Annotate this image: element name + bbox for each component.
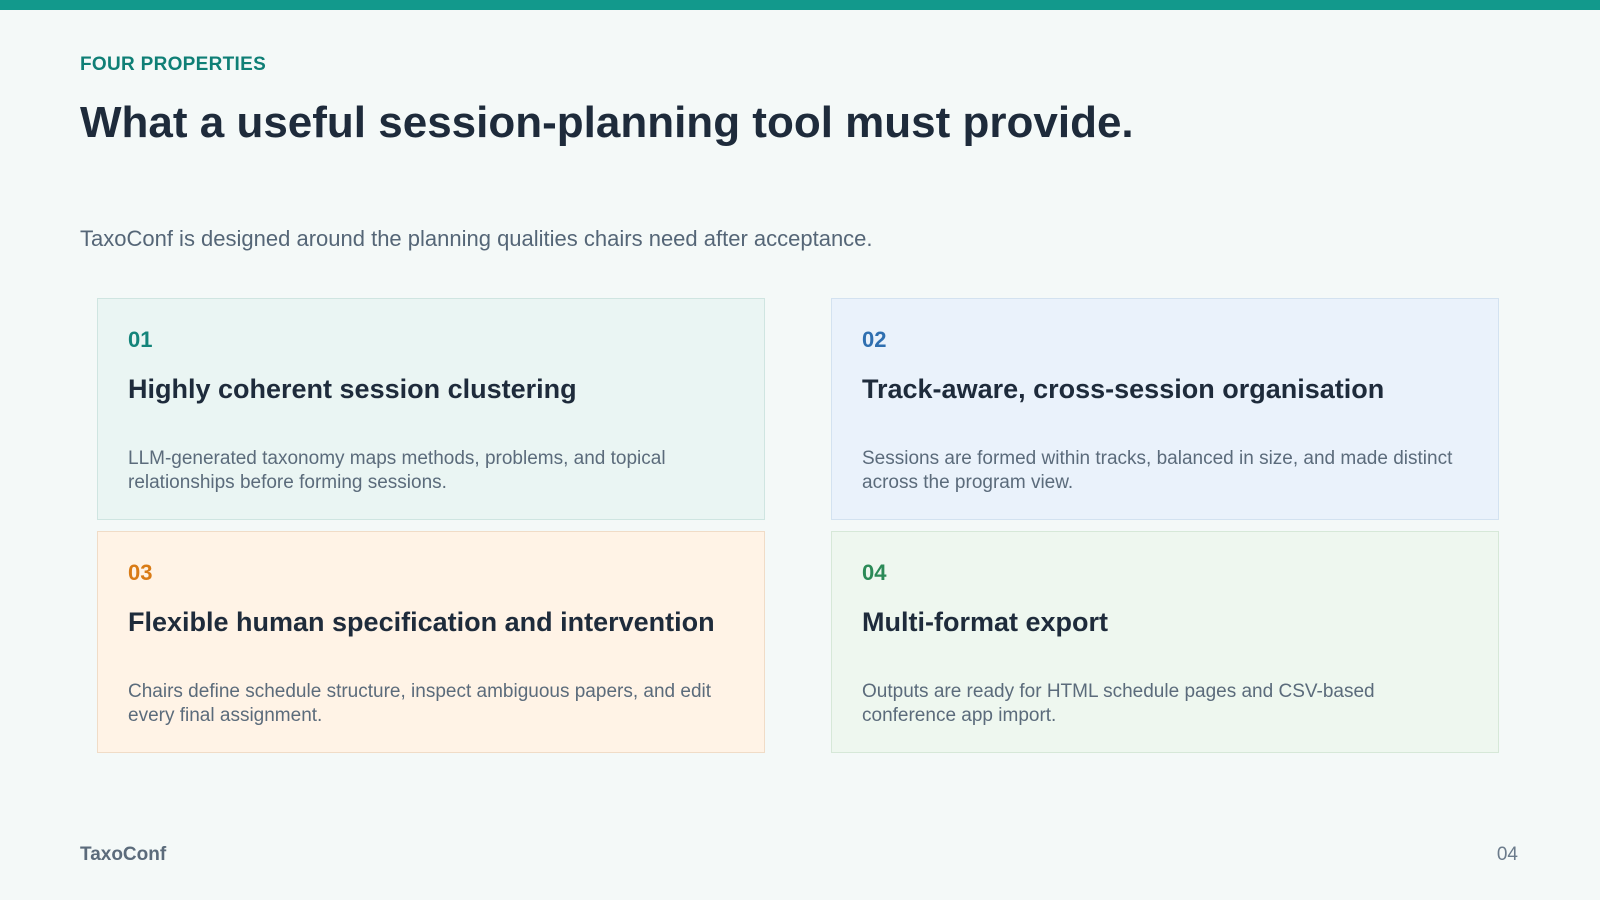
top-accent-bar [0, 0, 1600, 10]
card-number: 02 [862, 327, 887, 352]
card-description: Sessions are formed within tracks, balan… [862, 448, 1453, 493]
page-number: 04 [1496, 844, 1518, 865]
property-card-track-aware: 02 Track-aware, cross-session organisati… [831, 298, 1499, 520]
card-title: Highly coherent session clustering [128, 374, 577, 404]
slide-title: What a useful session-planning tool must… [80, 98, 1134, 147]
property-card-human-intervention: 03 Flexible human specification and inte… [97, 531, 765, 753]
card-title: Track-aware, cross-session organisation [862, 374, 1385, 404]
card-description: LLM-generated taxonomy maps methods, pro… [128, 448, 666, 493]
section-eyebrow: FOUR PROPERTIES [80, 54, 267, 75]
slide-subtitle: TaxoConf is designed around the planning… [80, 226, 873, 251]
footer-brand: TaxoConf [80, 844, 167, 865]
property-card-clustering: 01 Highly coherent session clustering LL… [97, 298, 765, 520]
card-title: Multi-format export [862, 607, 1108, 637]
property-card-export: 04 Multi-format export Outputs are ready… [831, 531, 1499, 753]
card-number: 03 [128, 560, 153, 585]
card-description: Outputs are ready for HTML schedule page… [862, 681, 1375, 726]
card-description: Chairs define schedule structure, inspec… [128, 681, 712, 726]
card-number: 04 [862, 560, 887, 585]
card-title: Flexible human specification and interve… [128, 607, 715, 637]
card-number: 01 [128, 327, 153, 352]
